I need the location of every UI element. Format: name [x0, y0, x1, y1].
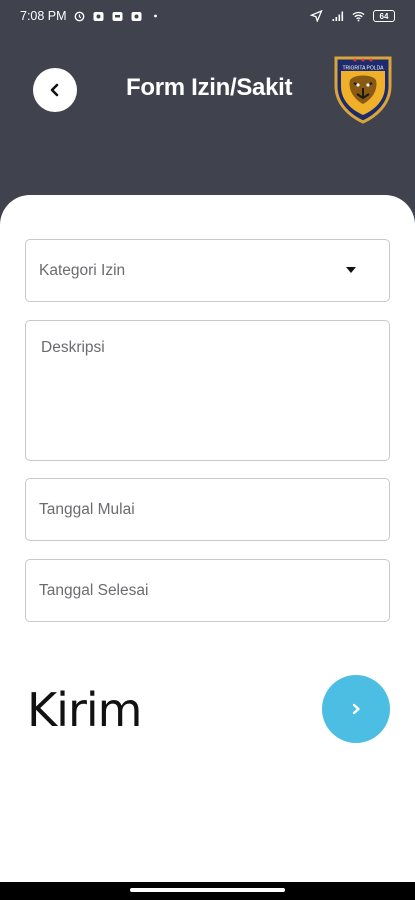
svg-text:TRIGRITA POLDA: TRIGRITA POLDA	[342, 66, 384, 72]
dot-icon	[153, 14, 157, 18]
end-date-placeholder: Tanggal Selesai	[39, 581, 149, 599]
start-date-placeholder: Tanggal Mulai	[39, 500, 135, 518]
start-date-field[interactable]: Tanggal Mulai	[25, 478, 390, 541]
page-title: Form Izin/Sakit	[126, 74, 293, 101]
description-placeholder: Deskripsi	[41, 339, 105, 356]
category-select[interactable]: Kategori Izin	[25, 239, 390, 302]
status-bar: 7:08 PM 64	[0, 0, 415, 32]
notification-icon	[131, 12, 142, 21]
home-indicator[interactable]	[130, 888, 285, 892]
form-card: Kategori Izin Deskripsi Tanggal Mulai Ta…	[0, 195, 415, 900]
notification-icon	[93, 12, 104, 21]
battery-icon: 64	[373, 10, 395, 22]
alarm-icon	[74, 11, 84, 22]
description-field[interactable]: Deskripsi	[25, 320, 390, 461]
system-nav-bar	[0, 882, 415, 900]
status-left: 7:08 PM	[20, 9, 162, 23]
caret-down-icon	[346, 267, 356, 273]
category-placeholder: Kategori Izin	[39, 261, 126, 279]
status-time: 7:08 PM	[20, 9, 67, 23]
signal-icon	[332, 11, 344, 21]
chevron-right-icon	[352, 703, 360, 715]
submit-label: Kirim	[27, 683, 142, 737]
header: Form Izin/Sakit TRIGRITA POLDA	[0, 32, 415, 202]
wifi-icon	[352, 11, 365, 22]
chat-icon	[112, 12, 123, 21]
status-right: 64	[310, 10, 395, 22]
end-date-field[interactable]: Tanggal Selesai	[25, 559, 390, 622]
submit-button[interactable]	[322, 675, 390, 743]
police-logo: TRIGRITA POLDA	[334, 56, 392, 124]
back-button[interactable]	[33, 68, 77, 112]
chevron-left-icon	[50, 83, 59, 97]
location-icon	[310, 10, 323, 22]
